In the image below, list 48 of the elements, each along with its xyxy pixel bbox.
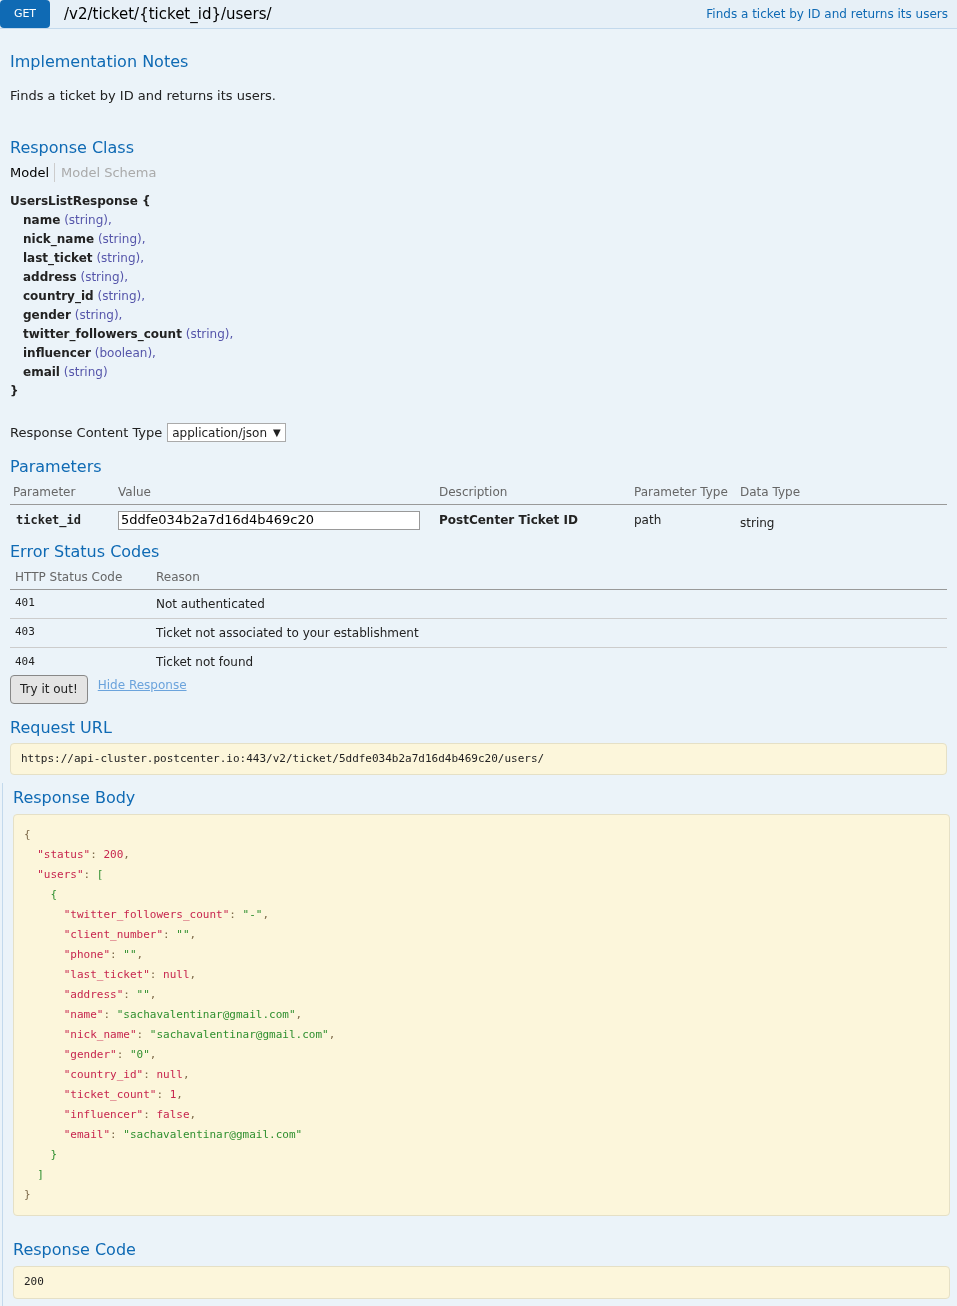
section-heading: Response Body	[13, 787, 137, 809]
notes-text: Finds a ticket by ID and returns its users.	[10, 87, 277, 105]
operation-header[interactable]: GET /v2/ticket/{ticket_id}/users/ Finds a ticket by ID and returns its users	[0, 0, 957, 29]
section-heading: Parameters	[10, 455, 103, 478]
content-type-label: Response Content Type	[10, 424, 163, 442]
column-header: Reason	[156, 568, 201, 586]
model-property: nick_name (string),	[22, 231, 147, 249]
parameter-name: ticket_id	[15, 511, 83, 529]
status-code: 404	[15, 653, 36, 670]
status-reason: Ticket not associated to your establishment	[156, 624, 420, 642]
section-heading: Response Class	[10, 136, 136, 159]
column-header: Parameter	[13, 483, 77, 501]
column-header: Data Type	[740, 483, 802, 501]
model-name: UsersListResponse {	[10, 193, 152, 210]
section-heading: Implementation Notes	[10, 51, 190, 73]
status-code: 403	[15, 624, 36, 641]
column-header: HTTP Status Code	[15, 568, 124, 586]
model-property: name (string),	[22, 212, 113, 229]
value-field[interactable]: 5ddfe034b2a7d16d4b469c20	[118, 510, 420, 530]
column-header: Value	[118, 483, 152, 501]
status-code: 401	[15, 595, 36, 612]
model-property: email (string)	[22, 364, 109, 381]
status-reason: Ticket not found	[156, 654, 255, 671]
section-heading: Error Status Codes	[10, 540, 161, 563]
parameter-description: PostCenter Ticket ID	[439, 511, 579, 529]
model-tab[interactable]: Model	[10, 162, 50, 182]
response-code: 200	[13, 1266, 950, 1299]
model-close: }	[10, 383, 20, 400]
request-url: https://api-cluster.postcenter.io:443/v2/ticket/5ddfe034b2a7d16d4b469c20/users/	[10, 742, 947, 775]
operation-summary: Finds a ticket by ID and returns its users	[706, 6, 948, 23]
content-type-select[interactable]: application/json ▼	[167, 423, 286, 443]
status-reason: Not authenticated	[156, 595, 266, 613]
column-header: Description	[439, 483, 509, 501]
data-type: string	[740, 514, 776, 532]
try-it-out-button[interactable]: Try it out!	[10, 674, 88, 704]
model-property: address (string),	[22, 269, 130, 286]
column-header: Parameter Type	[634, 483, 729, 501]
endpoint-path: /v2/ticket/{ticket_id}/users/	[64, 3, 272, 25]
model-property: gender (string),	[22, 307, 124, 324]
response-body: { "status": 200, "users": [ { "twitter_followers_count": "-", "client_number": "", "phone": "", "last_ticket": null, "address": "", "name": "sachavalentinar@gmail.com", "nick_name": "sachavalentinar@gmail.com", "gender": "0", "country_id": null, "ticket_count": 1, "influencer": false, "email": "sachavalentinar@gmail.com" } ] }	[13, 814, 950, 1216]
model-property: twitter_followers_count (string),	[22, 326, 235, 344]
section-heading: Request URL	[10, 716, 113, 739]
method-badge: GET	[0, 0, 50, 28]
section-heading: Response Code	[13, 1239, 137, 1261]
parameter-type: path	[634, 511, 663, 529]
model-property: country_id (string),	[22, 288, 147, 306]
model-property: last_ticket (string),	[22, 250, 146, 268]
model-property: influencer (boolean),	[22, 345, 157, 362]
